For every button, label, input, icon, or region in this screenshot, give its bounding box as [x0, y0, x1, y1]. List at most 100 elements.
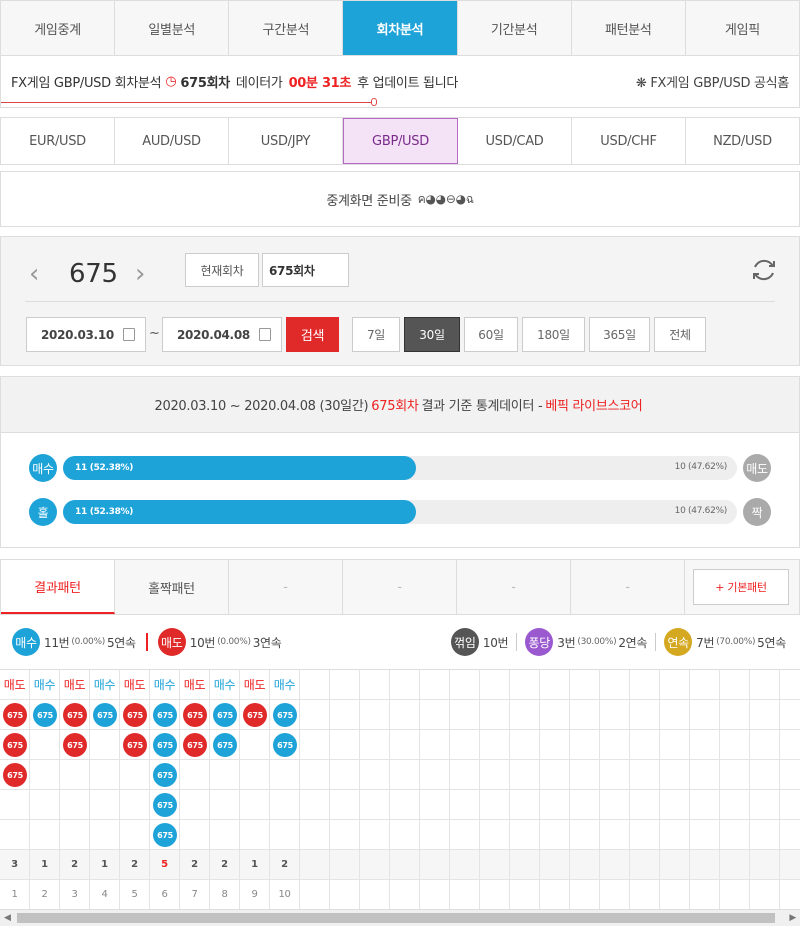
- column-index: [780, 880, 800, 910]
- grid-cell: [570, 820, 600, 850]
- pair-tab-2[interactable]: AUD/USD: [115, 118, 229, 164]
- grid-cell: [750, 820, 780, 850]
- column-count: 2: [60, 850, 90, 880]
- search-button[interactable]: 검색: [286, 317, 339, 352]
- grid-cell: [390, 790, 420, 820]
- date-to-input[interactable]: 2020.04.08: [162, 317, 282, 352]
- search-panel: ‹ 675 › 현재회차 675회차 2020.03.10 ~ 2020.04.…: [0, 236, 800, 366]
- grid-header-cell: [390, 670, 420, 700]
- pair-tab-3[interactable]: USD/JPY: [229, 118, 343, 164]
- grid-cell: [120, 790, 150, 820]
- tab-2[interactable]: 일별분석: [115, 1, 230, 55]
- prev-round-icon[interactable]: ‹: [29, 259, 39, 289]
- grid-cell: [90, 790, 120, 820]
- grid-cell: [450, 760, 480, 790]
- grid-cell: [750, 760, 780, 790]
- date-from-input[interactable]: 2020.03.10: [26, 317, 146, 352]
- pair-tab-4[interactable]: GBP/USD: [343, 118, 458, 164]
- result-ball: 675: [273, 703, 297, 727]
- result-ball: 675: [153, 763, 177, 787]
- sell-streak: 3연속: [252, 635, 282, 650]
- result-tab-3[interactable]: -: [229, 560, 343, 614]
- column-count: 2: [180, 850, 210, 880]
- result-tab-4[interactable]: -: [343, 560, 457, 614]
- column-count: 2: [270, 850, 300, 880]
- column-count: 1: [90, 850, 120, 880]
- result-tab-2[interactable]: 홀짝패턴: [115, 560, 229, 614]
- grid-cell: [360, 790, 390, 820]
- stat-right-badge: 짝: [743, 498, 771, 526]
- calendar-icon[interactable]: [123, 328, 135, 341]
- result-ball: 675: [93, 703, 117, 727]
- column-count: [690, 850, 720, 880]
- result-tab-1[interactable]: 결과패턴: [1, 560, 115, 614]
- tab-4[interactable]: 회차분석: [343, 1, 458, 55]
- result-tab-5[interactable]: -: [457, 560, 571, 614]
- scrollbar-thumb[interactable]: [17, 913, 775, 923]
- grid-cell: [120, 820, 150, 850]
- tab-7[interactable]: 게임픽: [686, 1, 799, 55]
- period-button-2[interactable]: 30일: [404, 317, 460, 352]
- homepage-link[interactable]: ❋ FX게임 GBP/USD 공식홈: [636, 72, 789, 91]
- grid-cell: [330, 790, 360, 820]
- pair-tab-5[interactable]: USD/CAD: [458, 118, 572, 164]
- grid-cell: [180, 790, 210, 820]
- grid-cell: [780, 760, 800, 790]
- grid-cell: [690, 790, 720, 820]
- pattern-grid: 매도 675 675 675 3 1 매수 675 1 2 매도 675 675 2 3 매수 675 1 4 매도 6…: [0, 669, 800, 910]
- scroll-left-icon[interactable]: ◀: [4, 913, 11, 923]
- legend-divider: [655, 633, 657, 651]
- grid-header-cell: 매도: [180, 670, 210, 700]
- grid-cell: [0, 790, 30, 820]
- grid-header-cell: [360, 670, 390, 700]
- period-button-6[interactable]: 전체: [654, 317, 706, 352]
- column-index: [480, 880, 510, 910]
- period-button-4[interactable]: 180일: [522, 317, 585, 352]
- grid-cell: [300, 760, 330, 790]
- grid-cell: [660, 790, 690, 820]
- stat-bar-fill: 11 (52.38%): [63, 456, 417, 480]
- next-round-icon[interactable]: ›: [135, 259, 145, 289]
- result-tab-6[interactable]: -: [571, 560, 685, 614]
- pair-tab-1[interactable]: EUR/USD: [1, 118, 115, 164]
- grid-header-cell: [690, 670, 720, 700]
- column-count: [420, 850, 450, 880]
- tab-3[interactable]: 구간분석: [229, 1, 344, 55]
- stat-right-badge: 매도: [743, 454, 771, 482]
- grid-cell: [510, 760, 540, 790]
- period-button-5[interactable]: 365일: [589, 317, 650, 352]
- grid-cell: [30, 820, 60, 850]
- scroll-right-icon[interactable]: ▶: [789, 913, 796, 923]
- result-ball: 675: [3, 733, 27, 757]
- calendar-icon[interactable]: [259, 328, 271, 341]
- pair-tab-7[interactable]: NZD/USD: [686, 118, 799, 164]
- grid-cell: [450, 700, 480, 730]
- tab-1[interactable]: 게임중계: [1, 1, 116, 55]
- period-button-3[interactable]: 60일: [464, 317, 518, 352]
- refresh-icon[interactable]: [749, 255, 779, 285]
- tab-6[interactable]: 패턴분석: [572, 1, 686, 55]
- stat-bar-track: 11 (52.38%) 10 (47.62%): [63, 456, 737, 480]
- stat-left-badge: 매수: [29, 454, 57, 482]
- tab-5[interactable]: 기간분석: [458, 1, 572, 55]
- stats-header: 2020.03.10 ~ 2020.04.08 (30일간) 675회차 결과 …: [1, 377, 799, 433]
- grid-header-cell: 매도: [60, 670, 90, 700]
- column-count: [660, 850, 690, 880]
- current-round-button[interactable]: 현재회차: [185, 253, 259, 287]
- column-index: [750, 880, 780, 910]
- horizontal-scrollbar[interactable]: ◀ ▶: [0, 909, 800, 926]
- basic-pattern-button[interactable]: + 기본패턴: [693, 569, 789, 605]
- grid-cell: [480, 760, 510, 790]
- grid-cell: [720, 700, 750, 730]
- round-input[interactable]: 675회차: [262, 253, 349, 287]
- column-index: [600, 880, 630, 910]
- legend-divider: [516, 633, 518, 651]
- result-ball: 675: [153, 703, 177, 727]
- grid-cell: [360, 700, 390, 730]
- countdown: 00분 31초: [288, 76, 352, 91]
- column-index: [660, 880, 690, 910]
- period-button-1[interactable]: 7일: [352, 317, 400, 352]
- column-index: [390, 880, 420, 910]
- column-index: 4: [90, 880, 120, 910]
- pair-tab-6[interactable]: USD/CHF: [572, 118, 686, 164]
